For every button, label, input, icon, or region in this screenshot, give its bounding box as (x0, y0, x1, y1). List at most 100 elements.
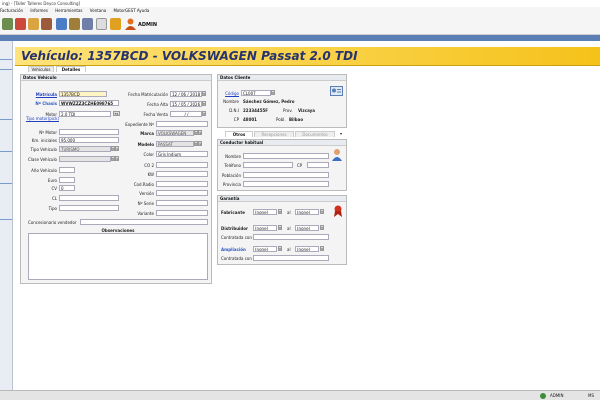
euro-field[interactable] (59, 177, 75, 183)
nombre-cliente-label: Nombre (223, 99, 239, 104)
matricula-field[interactable]: 1357BCD (59, 91, 107, 97)
sidebar[interactable] (0, 41, 13, 390)
status-right: MS (588, 393, 594, 398)
calendar-icon[interactable]: ▾ (202, 101, 206, 106)
motor-f2-button[interactable]: F2 (113, 111, 120, 116)
fabricante-from[interactable]: (none) (253, 209, 277, 215)
clear-icon[interactable]: × (198, 130, 202, 135)
ampliacion-to[interactable]: (none) (295, 246, 319, 252)
chevron-down-icon[interactable]: ▾ (320, 209, 324, 214)
calendar-icon[interactable]: ▾ (202, 111, 206, 116)
person-icon[interactable] (331, 148, 343, 161)
conductor-nombre-label: Nombre (225, 154, 241, 159)
marca-label: Marca (140, 131, 154, 136)
co2-field[interactable] (156, 162, 208, 168)
sidebar-item[interactable] (0, 151, 12, 152)
clear-icon[interactable]: × (115, 156, 119, 161)
client-card-icon[interactable] (330, 86, 343, 96)
cv-field[interactable]: 0 (59, 185, 75, 191)
sidebar-item[interactable] (0, 59, 12, 60)
codigo-label[interactable]: Código (219, 91, 239, 96)
sidebar-item[interactable] (0, 219, 12, 220)
fecha-matriculacion-field[interactable]: 12 / 06 / 2018 (170, 91, 202, 97)
num-serie-field[interactable] (156, 200, 208, 206)
tab-vehiculos[interactable]: Vehículos (28, 66, 54, 72)
tab-otros[interactable]: Otros (225, 131, 253, 137)
menu-informes[interactable]: Informes (30, 8, 48, 13)
expediente-field[interactable] (156, 121, 208, 127)
fabricante-to[interactable]: (none) (295, 209, 319, 215)
variante-field[interactable] (156, 210, 208, 216)
variante-label: Variante (137, 211, 154, 216)
conductor-poblacion-field[interactable] (243, 172, 329, 178)
matricula-label[interactable]: Matrícula (20, 92, 57, 97)
car-icon[interactable] (15, 18, 26, 30)
conductor-provincia-field[interactable] (243, 181, 329, 187)
conductor-cp-field[interactable] (307, 162, 329, 168)
box-icon[interactable] (69, 18, 80, 30)
modelo-select[interactable]: PASSAT (156, 141, 194, 147)
km-iniciales-field[interactable]: 95.000 (59, 137, 119, 143)
chevron-down-icon[interactable]: ▾ (278, 225, 282, 230)
tipo-motor-link[interactable]: Tipo motor(pick) (26, 116, 59, 121)
motor-field[interactable]: 2.0 TDI (59, 111, 111, 117)
tools-icon[interactable] (41, 18, 52, 30)
tipo-field[interactable] (59, 205, 119, 211)
distribuidor-contratada-field[interactable] (253, 234, 329, 240)
clear-icon[interactable]: × (115, 146, 119, 151)
fecha-venta-field[interactable]: / / (170, 111, 202, 117)
num-motor-field[interactable] (59, 129, 119, 135)
kw-field[interactable] (156, 171, 208, 177)
calendar-icon[interactable] (2, 18, 13, 30)
tab-recepciones[interactable]: Recepciones (254, 131, 294, 137)
ampliacion-contratada-field[interactable] (253, 255, 329, 261)
datos-vehiculo-header: Datos Vehículo (21, 75, 211, 81)
mail-icon[interactable] (110, 18, 121, 30)
clase-vehiculo-select[interactable] (59, 156, 111, 162)
menu-facturacion[interactable]: Facturación (0, 8, 23, 13)
clear-icon[interactable]: × (198, 141, 202, 146)
chasis-field[interactable]: WVWZZZ3CZHE098765 (59, 100, 119, 106)
distribuidor-from[interactable]: (none) (253, 225, 277, 231)
fecha-alta-field[interactable]: 15 / 05 / 2026 (170, 101, 202, 107)
user-icon[interactable] (125, 18, 136, 30)
marca-select[interactable]: VOLKSWAGEN (156, 130, 194, 136)
search-icon[interactable]: ▾ (271, 90, 275, 95)
tipo-vehiculo-select[interactable]: TURISMO (59, 146, 111, 152)
chevron-down-icon[interactable]: ▾ (340, 131, 342, 136)
cod-radio-field[interactable] (156, 181, 208, 187)
person-icon[interactable] (28, 18, 39, 30)
tab-documentos[interactable]: Documentos (295, 131, 335, 137)
pencil-icon[interactable] (96, 18, 107, 30)
cl-field[interactable] (59, 195, 119, 201)
sidebar-item[interactable] (0, 183, 12, 184)
color-field[interactable]: Gris Indium (156, 151, 208, 157)
tab-detalles[interactable]: Detalles (56, 66, 86, 72)
menu-ayuda[interactable]: MotorGEST Ayuda (113, 8, 149, 13)
sidebar-item[interactable] (0, 69, 12, 70)
cp-label: CP (233, 117, 239, 122)
calendar-icon[interactable]: ▾ (202, 91, 206, 96)
ampliacion-from[interactable]: (none) (253, 246, 277, 252)
concesionario-field[interactable] (80, 219, 208, 225)
chevron-down-icon[interactable]: ▾ (278, 246, 282, 251)
fecha-matriculacion-label: Fecha Matriculación (128, 92, 168, 97)
version-field[interactable] (156, 190, 208, 196)
prov-label: Prov. (283, 108, 293, 113)
codigo-field[interactable]: CL007 (241, 90, 271, 96)
menu-ventana[interactable]: Ventana (90, 8, 106, 13)
chevron-down-icon[interactable]: ▾ (320, 225, 324, 230)
report-icon[interactable] (82, 18, 93, 30)
chevron-down-icon[interactable]: ▾ (278, 209, 282, 214)
chevron-down-icon[interactable]: ▾ (320, 246, 324, 251)
conductor-telefono-field[interactable] (243, 162, 293, 168)
ampliacion-label[interactable]: Ampliación (221, 247, 246, 252)
conductor-nombre-field[interactable] (243, 153, 329, 159)
document-icon[interactable] (56, 18, 67, 30)
distribuidor-to[interactable]: (none) (295, 225, 319, 231)
anio-vehiculo-field[interactable] (59, 167, 75, 173)
menu-herramientas[interactable]: Herramientas (55, 8, 82, 13)
sidebar-item[interactable] (0, 119, 12, 120)
color-label: Color (143, 152, 154, 157)
observaciones-textarea[interactable] (28, 233, 208, 280)
